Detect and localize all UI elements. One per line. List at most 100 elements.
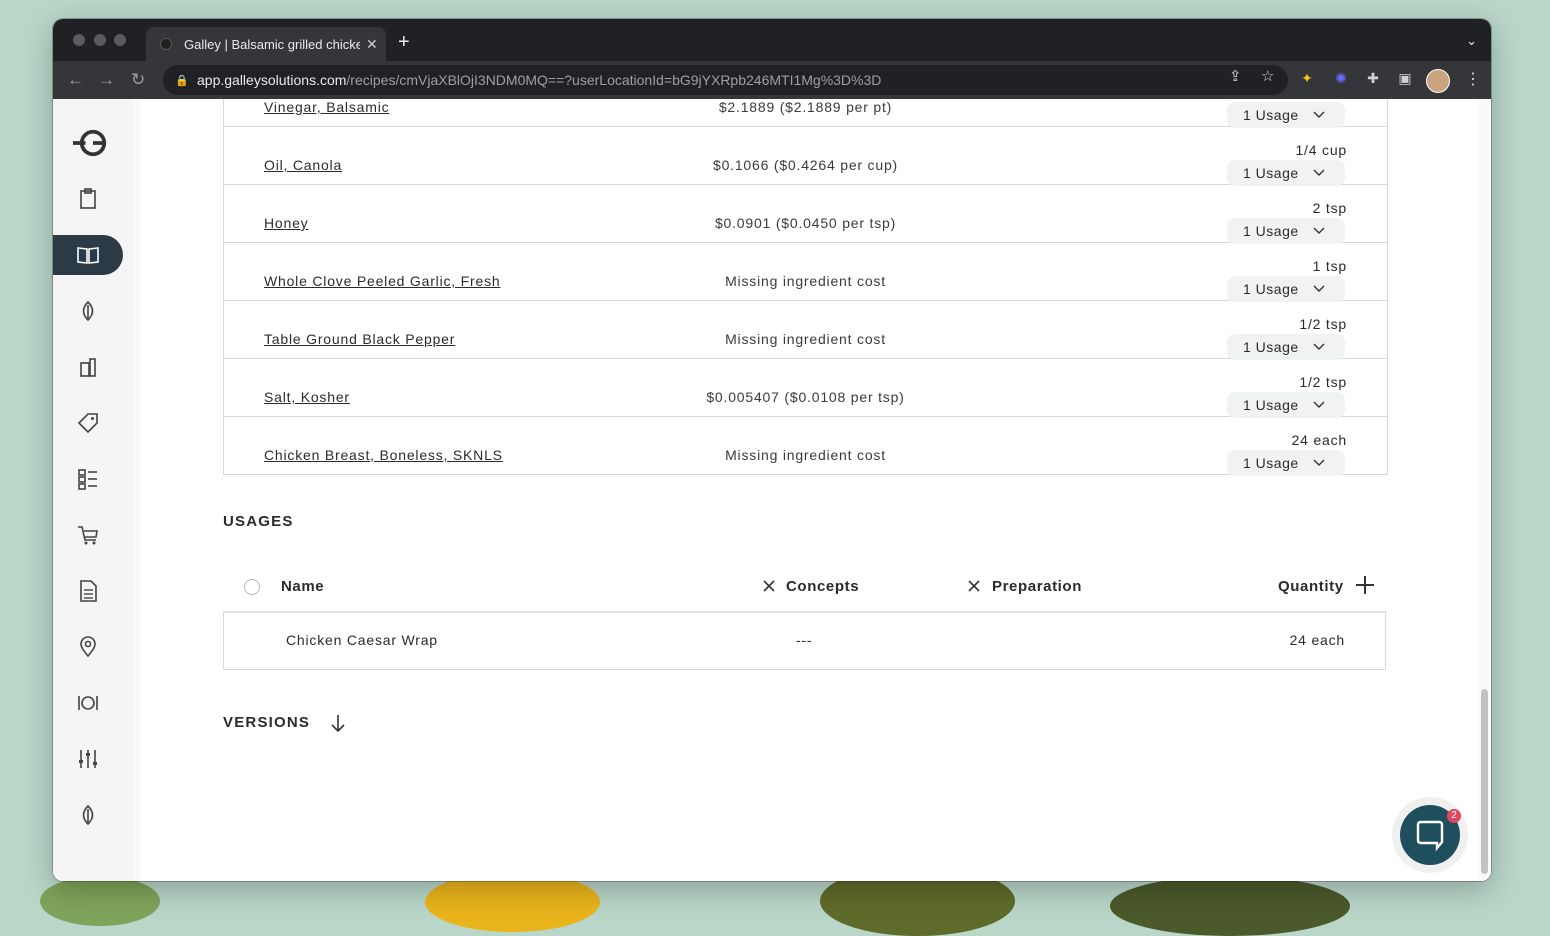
ingredient-name-link[interactable]: Honey	[264, 215, 308, 231]
browser-window: Galley | Balsamic grilled chicke ✕ + ⌄ ←…	[53, 19, 1491, 881]
usage-dropdown[interactable]: 1 Usage	[1227, 450, 1345, 476]
chevron-down-icon	[1313, 459, 1325, 466]
tag-icon[interactable]	[53, 403, 123, 443]
share-icon[interactable]: ⇪	[1229, 67, 1242, 85]
clipboard-icon[interactable]	[53, 179, 123, 219]
ingredient-cost: $2.1889 ($2.1889 per pt)	[718, 99, 893, 115]
profile-avatar[interactable]	[1426, 69, 1450, 93]
lock-icon: 🔒	[175, 74, 189, 87]
background-lemon	[425, 872, 600, 932]
ingredient-cost: $0.0901 ($0.0450 per tsp)	[714, 215, 897, 231]
window-zoom-dot[interactable]	[114, 34, 126, 46]
background-herb	[40, 876, 160, 926]
usage-label: 1 Usage	[1243, 165, 1299, 181]
browser-toolbar: ← → ↻ 🔒 app.galleysolutions.com/recipes/…	[53, 61, 1491, 99]
ingredient-name-link[interactable]: Vinegar, Balsamic	[264, 99, 389, 115]
document-icon[interactable]	[53, 571, 123, 611]
select-all-radio[interactable]	[244, 579, 260, 595]
favicon-icon	[160, 38, 172, 50]
ingredient-row: Honey $0.0901 ($0.0450 per tsp) 2 tsp 1 …	[224, 185, 1387, 244]
column-header-name[interactable]: Name	[281, 578, 324, 595]
location-pin-icon[interactable]	[53, 627, 123, 667]
ingredient-quantity: 2 tsp	[1312, 200, 1347, 216]
browser-tab[interactable]: Galley | Balsamic grilled chicke ✕	[146, 27, 386, 61]
ingredient-quantity: 1 tsp	[1312, 258, 1347, 274]
arrow-down-icon[interactable]	[330, 713, 346, 733]
chevron-down-icon	[1313, 285, 1325, 292]
cart-icon[interactable]	[53, 515, 123, 555]
products-bottle-icon[interactable]	[53, 347, 123, 387]
usage-label: 1 Usage	[1243, 339, 1299, 355]
chevron-down-icon	[1313, 401, 1325, 408]
versions-section-title: VERSIONS	[223, 714, 311, 731]
ingredient-name-link[interactable]: Salt, Kosher	[264, 389, 350, 405]
back-icon[interactable]: ←	[67, 70, 84, 90]
reload-icon[interactable]: ↻	[131, 70, 145, 90]
ingredient-quantity: 1/4 cup	[1295, 142, 1347, 158]
tab-search-chevron-icon[interactable]: ⌄	[1466, 33, 1477, 49]
checklist-icon[interactable]	[53, 459, 123, 499]
usage-dropdown[interactable]: 1 Usage	[1227, 334, 1345, 360]
ingredient-quantity: 24 each	[1291, 432, 1347, 448]
remove-preparation-column-icon[interactable]	[967, 579, 981, 593]
chevron-down-icon	[1313, 111, 1325, 118]
window-close-dot[interactable]	[73, 34, 85, 46]
usage-dropdown[interactable]: 1 Usage	[1227, 218, 1345, 244]
ingredient-cost: Missing ingredient cost	[725, 447, 886, 463]
scrollbar-thumb[interactable]	[1481, 689, 1488, 874]
ingredient-name-link[interactable]: Table Ground Black Pepper	[264, 331, 455, 347]
column-header-quantity[interactable]: Quantity	[1278, 578, 1344, 595]
usage-label: 1 Usage	[1243, 281, 1299, 297]
page-viewport: Vinegar, Balsamic $2.1889 ($2.1889 per p…	[53, 99, 1491, 881]
usage-label: 1 Usage	[1243, 223, 1299, 239]
ingredient-row: Chicken Breast, Boneless, SKNLS Missing …	[224, 417, 1387, 476]
settings-sliders-icon[interactable]	[53, 739, 123, 779]
extension-broom-icon[interactable]: ✦	[1299, 70, 1315, 86]
usage-label: 1 Usage	[1243, 107, 1299, 123]
column-header-concepts[interactable]: Concepts	[786, 578, 859, 595]
address-bar[interactable]: 🔒 app.galleysolutions.com/recipes/cmVjaX…	[163, 65, 1288, 95]
ingredient-row: Oil, Canola $0.1066 ($0.4264 per cup) 1/…	[224, 127, 1387, 186]
remove-concepts-column-icon[interactable]	[762, 579, 776, 593]
usage-label: 1 Usage	[1243, 455, 1299, 471]
forward-icon[interactable]: →	[98, 70, 115, 90]
background-avocado-2	[1110, 876, 1350, 936]
column-header-preparation[interactable]: Preparation	[992, 578, 1082, 595]
dining-plate-icon[interactable]	[53, 683, 123, 723]
page-scrollbar[interactable]	[1477, 99, 1491, 881]
usage-concepts: ---	[796, 632, 813, 648]
extensions-puzzle-icon[interactable]: ✚	[1365, 70, 1381, 86]
tab-strip: Galley | Balsamic grilled chicke ✕ + ⌄	[53, 19, 1491, 61]
ingredient-cost: $0.1066 ($0.4264 per cup)	[712, 157, 898, 173]
new-tab-button[interactable]: +	[398, 32, 410, 52]
usage-dropdown[interactable]: 1 Usage	[1227, 160, 1345, 186]
ingredients-table: Vinegar, Balsamic $2.1889 ($2.1889 per p…	[223, 99, 1388, 476]
usage-quantity: 24 each	[1289, 632, 1345, 648]
tab-close-icon[interactable]: ✕	[366, 36, 378, 53]
onion-icon[interactable]	[53, 795, 123, 835]
url-text: app.galleysolutions.com/recipes/cmVjaXBl…	[197, 72, 882, 88]
window-minimize-dot[interactable]	[94, 34, 106, 46]
browser-menu-icon[interactable]: ⋮	[1465, 69, 1481, 89]
usage-dropdown[interactable]: 1 Usage	[1227, 102, 1345, 128]
ingredient-name-link[interactable]: Oil, Canola	[264, 157, 342, 173]
add-column-plus-icon[interactable]	[1355, 575, 1375, 595]
extension-flower-icon[interactable]: ✺	[1333, 70, 1349, 86]
bookmark-star-icon[interactable]: ☆	[1261, 67, 1274, 85]
usage-label: 1 Usage	[1243, 397, 1299, 413]
ingredients-onion-icon[interactable]	[53, 291, 123, 331]
usage-name: Chicken Caesar Wrap	[286, 632, 438, 648]
recipes-book-icon[interactable]	[53, 235, 123, 275]
ingredient-name-link[interactable]: Chicken Breast, Boneless, SKNLS	[264, 447, 503, 463]
app-sidebar	[53, 99, 140, 881]
table-row[interactable]: Chicken Caesar Wrap --- 24 each	[223, 612, 1386, 670]
side-panel-icon[interactable]: ▣	[1397, 70, 1413, 86]
usage-dropdown[interactable]: 1 Usage	[1227, 276, 1345, 302]
ingredient-name-link[interactable]: Whole Clove Peeled Garlic, Fresh	[264, 273, 500, 289]
ingredient-row: Whole Clove Peeled Garlic, Fresh Missing…	[224, 243, 1387, 302]
usage-dropdown[interactable]: 1 Usage	[1227, 392, 1345, 418]
ingredient-cost: Missing ingredient cost	[725, 273, 886, 289]
galley-logo-icon[interactable]	[53, 123, 123, 163]
chevron-down-icon	[1313, 227, 1325, 234]
ingredient-cost: Missing ingredient cost	[725, 331, 886, 347]
